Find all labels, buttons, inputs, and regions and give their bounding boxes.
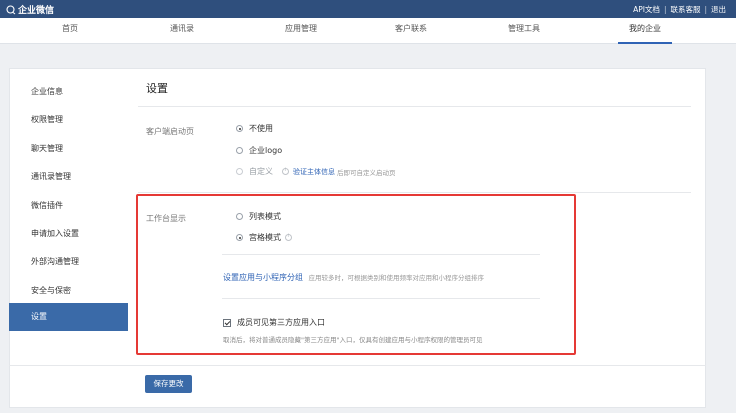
app-logo-text: 企业微信 bbox=[18, 6, 55, 16]
divider: | bbox=[704, 5, 707, 14]
radio-label: 企业logo bbox=[249, 146, 283, 155]
radio-unchecked-icon bbox=[236, 147, 243, 154]
verify-subject-link[interactable]: 验证主体信息 bbox=[293, 167, 335, 177]
sidebar-item-external-communication[interactable]: 外部沟通管理 bbox=[9, 248, 128, 276]
sidebar-item-join-settings[interactable]: 申请加入设置 bbox=[9, 220, 128, 248]
radio-custom[interactable]: 自定义 验证主体信息 后即可自定义启动页 bbox=[236, 166, 396, 177]
radio-unchecked-icon bbox=[236, 168, 243, 175]
radio-not-use[interactable]: 不使用 bbox=[236, 123, 273, 134]
sidebar-item-contacts-management[interactable]: 通讯录管理 bbox=[9, 163, 128, 191]
radio-enterprise-logo[interactable]: 企业logo bbox=[236, 145, 282, 156]
nav-tab-customer-contact[interactable]: 客户联系 bbox=[376, 18, 446, 44]
verify-hint: 后即可自定义启动页 bbox=[337, 168, 396, 177]
highlight-box bbox=[136, 194, 576, 355]
top-bar: 企业微信 API文档 | 联系客服 | 退出 bbox=[0, 0, 736, 18]
wecom-logo-icon bbox=[6, 4, 16, 14]
sidebar-item-enterprise-info[interactable]: 企业信息 bbox=[9, 78, 128, 106]
sidebar-item-permissions[interactable]: 权限管理 bbox=[9, 106, 128, 134]
footer-divider bbox=[9, 365, 706, 366]
app-logo[interactable]: 企业微信 bbox=[6, 3, 54, 16]
page-title: 设置 bbox=[146, 82, 168, 95]
api-docs-link[interactable]: API文档 bbox=[633, 4, 660, 15]
sidebar: 企业信息 权限管理 聊天管理 通讯录管理 微信插件 申请加入设置 外部沟通管理 … bbox=[9, 68, 128, 408]
main-nav: 首页 通讯录 应用管理 客户联系 管理工具 我的企业 bbox=[0, 18, 736, 44]
radio-label: 自定义 bbox=[249, 167, 273, 176]
sidebar-item-security[interactable]: 安全与保密 bbox=[9, 277, 128, 305]
radio-label: 不使用 bbox=[249, 124, 273, 133]
nav-tab-contacts[interactable]: 通讯录 bbox=[147, 18, 217, 44]
logout-link[interactable]: 退出 bbox=[711, 4, 726, 15]
nav-tab-home[interactable]: 首页 bbox=[35, 18, 105, 44]
sidebar-item-chat-management[interactable]: 聊天管理 bbox=[9, 135, 128, 163]
divider: | bbox=[663, 5, 667, 14]
contact-support-link[interactable]: 联系客服 bbox=[670, 4, 700, 15]
sidebar-item-settings[interactable]: 设置 bbox=[9, 303, 128, 331]
radio-checked-icon bbox=[236, 125, 243, 132]
sidebar-item-wechat-plugin[interactable]: 微信插件 bbox=[9, 192, 128, 220]
nav-tab-management-tools[interactable]: 管理工具 bbox=[489, 18, 559, 44]
nav-tab-my-enterprise[interactable]: 我的企业 bbox=[610, 18, 680, 44]
title-divider bbox=[138, 106, 691, 107]
nav-tab-app-management[interactable]: 应用管理 bbox=[266, 18, 336, 44]
save-changes-button[interactable]: 保存更改 bbox=[145, 375, 192, 393]
section-divider bbox=[138, 192, 691, 193]
client-start-label: 客户端启动页 bbox=[146, 127, 194, 136]
top-links: API文档 | 联系客服 | 退出 bbox=[633, 4, 726, 15]
info-icon bbox=[282, 167, 289, 175]
